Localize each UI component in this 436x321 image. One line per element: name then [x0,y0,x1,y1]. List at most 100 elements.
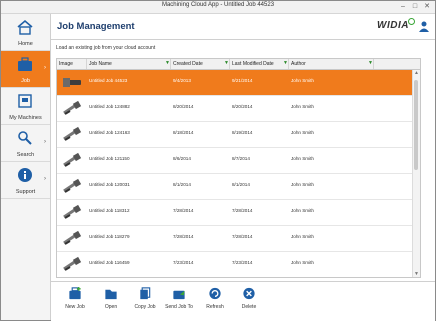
created-date-cell: 7/28/2014 [173,208,194,213]
job-name-cell: Untitled Job 44523 [89,78,128,83]
new-job-button[interactable]: New Job [57,284,93,318]
user-icon[interactable] [418,20,430,32]
author-cell: John Smith [291,260,314,265]
column-header-image[interactable]: Image [57,59,87,69]
refresh-button[interactable]: Refresh [197,284,233,318]
column-header-author[interactable]: Author [289,59,374,69]
toolbar-button-label: Copy Job [134,304,156,310]
open-button[interactable]: Open [93,284,129,318]
new-job-icon [69,286,81,300]
sidebar-item-job[interactable]: Job › [1,51,50,88]
sidebar-item-label: Home [18,41,33,47]
filter-icon[interactable]: ▼ [283,61,288,66]
refresh-icon [209,287,221,300]
created-date-cell: 7/28/2014 [173,234,194,239]
tool-thumbnail-icon [63,100,82,115]
chevron-right-icon: › [44,139,46,145]
table-row[interactable]: Untitled Job 118279 7/28/2014 7/28/2014 Joh… [57,226,412,252]
copy-job-button[interactable]: Copy Job [127,284,163,318]
author-cell: John Smith [291,234,314,239]
author-cell: John Smith [291,208,314,213]
modified-date-cell: 8/1/2014 [232,182,250,187]
table-row[interactable]: Untitled Job 120031 8/1/2014 8/1/2014 John … [57,174,412,200]
job-name-cell: Untitled Job 120031 [89,182,130,187]
job-name-cell: Untitled Job 124163 [89,130,130,135]
home-icon [17,19,33,35]
maximize-button[interactable]: □ [409,2,421,11]
scrollbar-thumb[interactable] [414,80,418,170]
filter-icon[interactable]: ▼ [224,61,229,66]
toolbar-button-label: Open [104,304,118,310]
author-cell: John Smith [291,78,314,83]
tool-thumbnail-icon [63,78,81,87]
vertical-scrollbar[interactable]: ▲ ▼ [412,70,420,277]
modified-date-cell: 7/28/2014 [232,208,253,213]
filter-icon[interactable]: ▼ [368,61,373,66]
created-date-cell: 8/1/2014 [173,182,191,187]
jobs-table: Image Job Name ▼ Created Date ▼ Last Mod… [56,58,421,278]
window-title: Machining Cloud App - Untitled Job 44523 [161,2,275,8]
sidebar-item-label: Search [16,152,35,158]
modified-date-cell: 8/20/2014 [232,104,253,109]
modified-date-cell: 7/23/2014 [232,260,253,265]
page-title: Job Management [57,21,135,32]
open-icon [105,289,117,300]
table-row[interactable]: Untitled Job 116459 7/23/2014 7/23/2014 Joh… [57,252,412,277]
sidebar-item-support[interactable]: Support › [1,162,50,199]
created-date-cell: 7/23/2014 [173,260,194,265]
scroll-down-icon[interactable]: ▼ [413,271,420,277]
job-name-cell: Untitled Job 121150 [89,156,130,161]
minimize-button[interactable]: – [397,2,409,11]
sidebar-item-search[interactable]: Search › [1,125,50,162]
search-icon [18,131,32,145]
chevron-right-icon: › [44,65,46,71]
modified-date-cell: 8/19/2014 [232,130,253,135]
delete-icon [243,287,255,300]
sidebar: Home Job › My Machines Search › Support … [1,14,51,320]
column-header-created-date[interactable]: Created Date [171,59,230,69]
table-header: Image Job Name ▼ Created Date ▼ Last Mod… [57,59,420,70]
info-icon [18,168,32,182]
author-cell: John Smith [291,130,314,135]
briefcase-icon [18,57,32,71]
toolbar-button-label: Send Job To [165,304,193,310]
column-header-job-name[interactable]: Job Name [87,59,171,69]
chevron-right-icon: › [44,176,46,182]
machine-icon [18,94,32,108]
created-date-cell: 8/6/2014 [173,156,191,161]
tool-thumbnail-icon [63,256,82,271]
modified-date-cell: 8/7/2014 [232,156,250,161]
tool-thumbnail-icon [63,126,82,141]
modified-date-cell: 7/28/2014 [232,234,253,239]
close-button[interactable]: ✕ [421,2,433,11]
scroll-up-icon[interactable]: ▲ [413,70,420,76]
filter-icon[interactable]: ▼ [165,61,170,66]
sidebar-item-home[interactable]: Home [1,14,50,51]
send-job-to-button[interactable]: Send Job To [161,284,197,318]
author-cell: John Smith [291,182,314,187]
column-header-modified-date[interactable]: Last Modified Date [230,59,289,69]
copy-job-icon [140,287,151,300]
table-row[interactable]: Untitled Job 121150 8/6/2014 8/7/2014 John … [57,148,412,174]
author-cell: John Smith [291,104,314,109]
table-row[interactable]: Untitled Job 124163 8/18/2014 8/19/2014 Joh… [57,122,412,148]
page-header: Job Management WIDIA [51,14,435,40]
job-name-cell: Untitled Job 118312 [89,208,130,213]
created-date-cell: 8/20/2014 [173,104,194,109]
sidebar-item-label: My Machines [9,115,42,121]
title-bar: Machining Cloud App - Untitled Job 44523… [1,1,435,14]
toolbar-button-label: New Job [65,304,85,310]
table-row[interactable]: Untitled Job 124882 8/20/2014 8/20/2014 Joh… [57,96,412,122]
sidebar-item-label: Support [15,189,36,195]
sidebar-item-my-machines[interactable]: My Machines [1,88,50,125]
tool-thumbnail-icon [63,178,82,193]
job-name-cell: Untitled Job 116459 [89,260,130,265]
logo-mark-icon [408,18,415,25]
tool-thumbnail-icon [63,152,82,167]
delete-button[interactable]: Delete [231,284,267,318]
table-row[interactable]: Untitled Job 44523 9/4/2013 9/21/2014 John … [57,70,412,96]
sidebar-item-label: Job [21,78,30,84]
table-row[interactable]: Untitled Job 118312 7/28/2014 7/28/2014 Joh… [57,200,412,226]
author-cell: John Smith [291,156,314,161]
tool-thumbnail-icon [63,204,82,219]
